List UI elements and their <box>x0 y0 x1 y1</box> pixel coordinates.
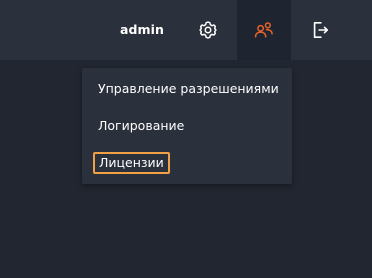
menu-item-logging[interactable]: Логирование <box>98 118 184 134</box>
logout-icon <box>311 20 329 40</box>
users-icon <box>253 20 275 40</box>
menu-item-licenses[interactable]: Лицензии <box>93 152 170 174</box>
settings-button[interactable] <box>186 0 230 60</box>
username-label: admin <box>119 22 165 37</box>
logout-button[interactable] <box>298 0 342 60</box>
top-bar: admin <box>0 0 372 60</box>
users-button[interactable] <box>237 0 291 60</box>
gear-icon <box>198 20 218 40</box>
menu-item-permissions[interactable]: Управление разрешениями <box>98 81 279 97</box>
users-dropdown-menu: Управление разрешениями Логирование Лице… <box>82 68 292 184</box>
